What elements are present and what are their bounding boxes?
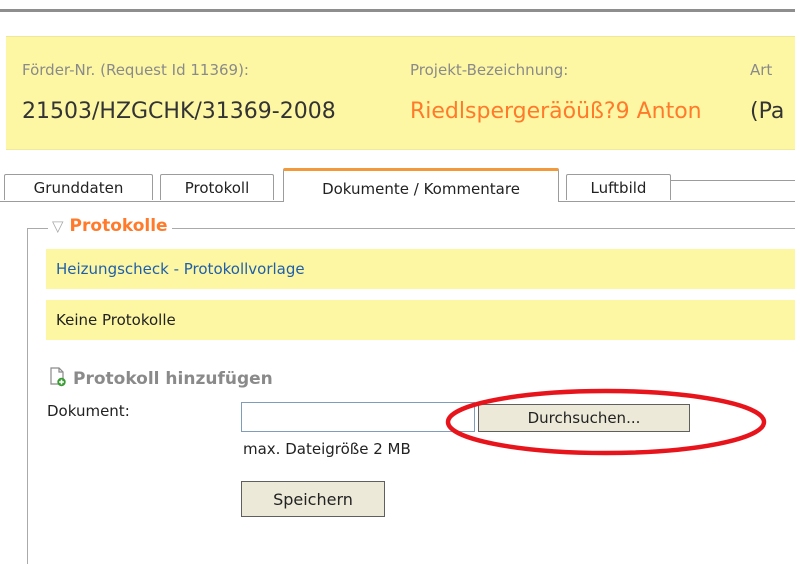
projekt-label: Projekt-Bezeichnung: — [410, 61, 569, 79]
tab-protokoll[interactable]: Protokoll — [160, 174, 274, 200]
document-add-icon — [49, 367, 67, 392]
protokollvorlage-link[interactable]: Heizungscheck - Protokollvorlage — [46, 249, 795, 289]
dokument-label: Dokument: — [47, 402, 130, 420]
collapse-triangle-icon: ▽ — [52, 217, 64, 235]
tab-rule — [671, 180, 795, 181]
tab-bar: Grunddaten Protokoll Dokumente / Komment… — [0, 168, 795, 202]
file-path-input[interactable] — [241, 402, 475, 432]
browse-button[interactable]: Durchsuchen... — [478, 404, 690, 432]
protokolle-title: Protokolle — [69, 216, 168, 236]
foerder-nr-value: 21503/HZGCHK/31369-2008 — [22, 99, 336, 124]
art-label: Art — [750, 61, 773, 79]
projekt-value: Riedlspergeräöüß?9 Anton — [410, 99, 702, 124]
empty-protokolle-text: Keine Protokolle — [46, 300, 795, 340]
add-protokoll-heading: Protokoll hinzufügen — [49, 367, 273, 392]
tab-dokumente-kommentare[interactable]: Dokumente / Kommentare — [283, 168, 559, 202]
art-value: (Pa — [750, 99, 785, 124]
tab-grunddaten[interactable]: Grunddaten — [4, 174, 153, 200]
tab-luftbild[interactable]: Luftbild — [566, 174, 671, 200]
request-info-panel: Förder-Nr. (Request Id 11369): 21503/HZG… — [6, 36, 795, 150]
protokolle-toggle[interactable]: ▽ Protokolle — [48, 216, 172, 236]
top-divider — [0, 9, 795, 12]
max-size-hint: max. Dateigröße 2 MB — [243, 440, 411, 458]
add-protokoll-heading-text: Protokoll hinzufügen — [73, 369, 273, 389]
foerder-nr-label: Förder-Nr. (Request Id 11369): — [22, 61, 249, 79]
save-button[interactable]: Speichern — [241, 481, 385, 517]
